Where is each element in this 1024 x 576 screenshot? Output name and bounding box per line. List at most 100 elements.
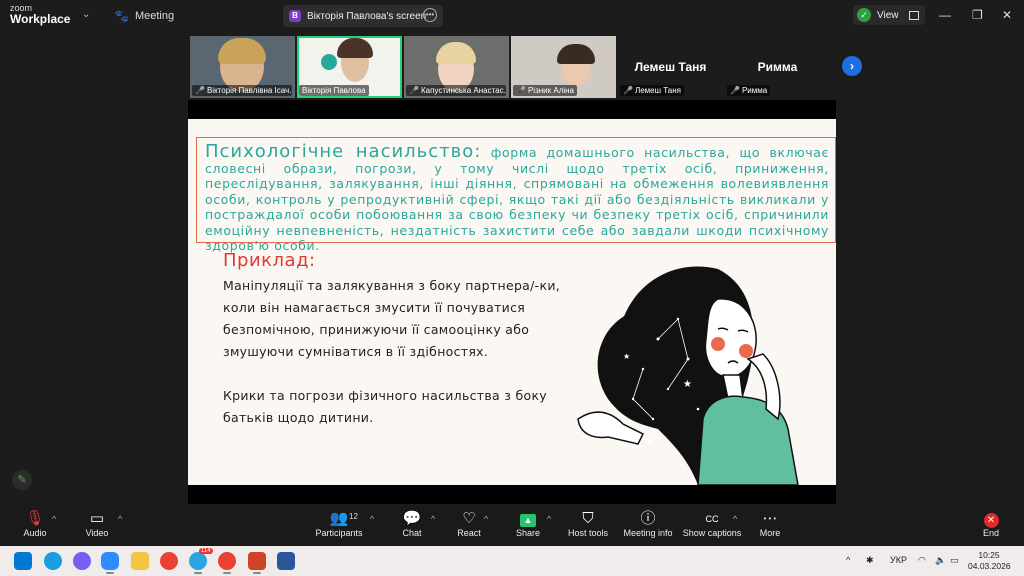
participant-hair [218,38,266,64]
more-options-icon[interactable]: ••• [423,8,437,22]
mic-off-icon: 🎤 [516,86,526,95]
end-label: End [982,528,999,538]
chat-label: Chat [402,528,422,538]
powerpoint-icon[interactable] [248,552,266,574]
annotate-pen-icon[interactable]: ✎ [12,470,32,490]
show-captions-label: Show captions [682,528,742,538]
participant-hair [436,42,476,64]
participant-label: 🎤 Лемеш Таня [620,85,684,96]
paw-icon: 🐾 [114,9,129,23]
participant-name: Римма [757,60,798,74]
more-icon: ⋯ [762,510,778,527]
meeting-info-button[interactable]: ⓘ Meeting info [618,510,678,538]
word-icon[interactable] [277,552,295,570]
example-text: Маніпуляції та залякування з боку партне… [223,275,583,451]
definition-term: Психологічне насильство: [205,141,482,162]
host-tools-label: Host tools [567,528,609,538]
participant-label: 🎤 Капустинська Анастас... [406,85,506,96]
wifi-icon[interactable]: ◠ [918,555,926,566]
participants-label: Participants [315,528,363,538]
end-button[interactable]: ✕ End [961,510,1021,538]
react-options-caret[interactable]: ^ [484,514,488,524]
svg-text:★: ★ [683,379,692,390]
view-label: View [877,9,899,21]
restore-icon[interactable]: ❐ [972,8,983,22]
example-title: Приклад: [223,250,316,271]
share-screen-icon: ▲ [520,514,536,527]
participant-label: 🎤 Вікторія Павлівна Ісач... [192,85,292,96]
volume-icon[interactable]: 🔈 [935,555,946,566]
participant-tile-active[interactable]: Вікторія Павлова [297,36,402,98]
language-indicator[interactable]: УКР [890,555,907,565]
mic-off-icon: 🎤 [195,86,205,95]
audio-label: Audio [23,528,47,538]
chrome-profile-icon[interactable] [218,552,236,574]
battery-icon[interactable]: ▭ [950,555,959,566]
chrome-icon[interactable] [160,552,178,570]
react-button[interactable]: ♡ React [439,510,499,538]
viber-icon[interactable] [73,552,91,570]
logo-line2: Workplace [10,12,71,26]
next-page-arrow-icon[interactable]: › [842,56,862,76]
captions-options-caret[interactable]: ^ [733,514,737,524]
audio-options-caret[interactable]: ^ [52,514,56,524]
share-options-caret[interactable]: ^ [547,514,551,524]
participants-count: 12 [349,512,358,521]
more-button[interactable]: ⋯ More [740,510,800,538]
bluetooth-tray-icon[interactable]: ✱ [866,555,874,566]
tray-chevron-icon[interactable]: ^ [846,555,850,565]
participant-label: 🎤 Римма [727,85,771,96]
react-label: React [457,528,481,538]
svg-text:★: ★ [646,436,655,447]
participant-strip: 🎤 Вікторія Павлівна Ісач... Вікторія Павл… [190,36,830,98]
meeting-tab[interactable]: 🐾 Meeting [114,9,174,23]
participant-video-decor [321,54,337,70]
mic-off-icon: 🎤 [409,86,419,95]
file-explorer-icon[interactable] [131,552,149,570]
participant-tile[interactable]: Римма 🎤 Римма [725,36,830,98]
screen-share-tab-title: Вікторія Павлова's screen [307,10,427,22]
share-label: Share [515,528,541,538]
shared-slide: Психологічне насильство: форма домашньог… [188,119,836,485]
shield-icon: ⛉ [582,510,594,527]
title-bar: zoom Workplace ⌄ 🐾 Meeting В Вікторія Па… [0,0,1024,32]
participants-button[interactable]: 👥 12 Participants [309,510,369,538]
edge-browser-icon[interactable] [44,552,62,570]
screen-share-tab[interactable]: В Вікторія Павлова's screen ••• [283,5,443,27]
chat-options-caret[interactable]: ^ [431,514,435,524]
info-icon: ⓘ [640,510,656,527]
view-button[interactable]: ✓ View [853,5,925,25]
zoom-app-icon[interactable] [101,552,119,574]
zoom-window: zoom Workplace ⌄ 🐾 Meeting В Вікторія Па… [0,0,1024,576]
example-paragraph-2: Крики та погрози фізичного насильства з … [223,388,547,425]
chevron-down-icon[interactable]: ⌄ [82,9,90,20]
participant-tile[interactable]: 🎤 Вікторія Павлівна Ісач... [190,36,295,98]
participant-tile[interactable]: 🎤 Капустинська Анастас... [404,36,509,98]
meeting-toolbar: 🎙 Audio ^ ▭ Video ^ 👥 12 Participants ^ … [0,506,1024,546]
windows-start-icon[interactable] [14,552,32,570]
telegram-icon[interactable]: 114 [189,548,213,574]
presenter-badge: В [289,10,301,22]
host-tools-button[interactable]: ⛉ Host tools [558,510,618,538]
participant-name: Лемеш Таня [634,60,707,74]
zoom-logo[interactable]: zoom Workplace [10,3,70,25]
participant-tile[interactable]: Лемеш Таня 🎤 Лемеш Таня [618,36,723,98]
example-paragraph-1: Маніпуляції та залякування з боку партне… [223,278,561,359]
end-call-icon: ✕ [983,513,999,528]
video-options-caret[interactable]: ^ [118,514,122,524]
close-icon[interactable]: ✕ [1002,8,1012,22]
participants-icon: 👥 [329,510,349,527]
minimize-icon[interactable]: — [939,8,951,22]
clock-date: 04.03.2026 [968,561,1011,571]
mic-off-icon: 🎤 [730,86,740,95]
windows-taskbar: 114 ^ ✱ УКР ◠ 🔈 ▭ 10:25 04.03.2026 [0,546,1024,576]
participant-hair [337,38,373,58]
system-clock[interactable]: 10:25 04.03.2026 [968,550,1011,572]
participant-label: 🎤 Різник Аліна [513,85,578,96]
telegram-badge: 114 [199,548,213,554]
participant-tile[interactable]: 🎤 Різник Аліна [511,36,616,98]
definition-text: форма домашнього насильства, що включає … [205,145,830,253]
definition-box: Психологічне насильство: форма домашньог… [196,137,836,253]
security-shield-icon: ✓ [857,8,871,22]
participants-options-caret[interactable]: ^ [370,514,374,524]
